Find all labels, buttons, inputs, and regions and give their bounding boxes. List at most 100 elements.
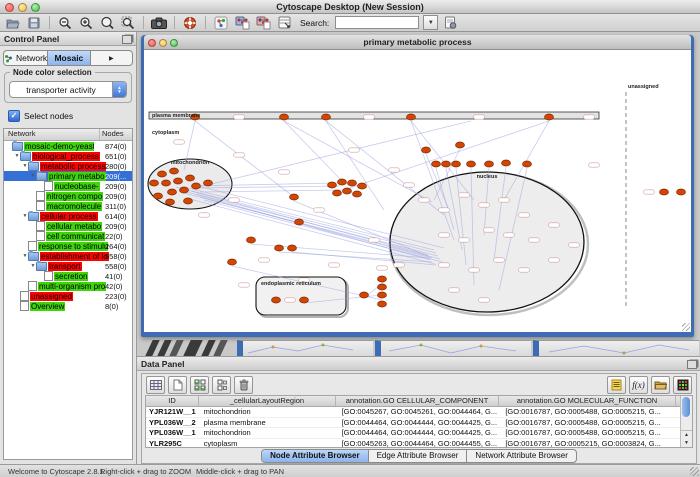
graph-node[interactable]: [523, 161, 532, 167]
search-dropdown-button[interactable]: ▼: [423, 15, 438, 30]
tree-item-cellular-metabo[interactable]: cellular metabo209(0): [4, 221, 132, 231]
tree-item-establishment-of-lo[interactable]: ▼establishment of lo558(0): [4, 251, 132, 261]
graph-node[interactable]: [442, 161, 451, 167]
unselect-attributes-button[interactable]: [212, 376, 231, 394]
close-button[interactable]: [5, 3, 14, 12]
graph-node[interactable]: [348, 180, 357, 186]
network-window-titlebar[interactable]: primary metabolic process: [144, 35, 691, 50]
table-row[interactable]: YPL036W__1mitochondrion[GO:0044464, GO:0…: [146, 428, 680, 439]
zoom-out-button[interactable]: [56, 15, 74, 30]
graph-node[interactable]: [502, 160, 511, 166]
import-attributes-button[interactable]: [651, 376, 670, 394]
tree-item-macromolecule[interactable]: macromolecule311(0): [4, 201, 132, 211]
graph-node[interactable]: [353, 191, 362, 197]
help-button[interactable]: [181, 15, 199, 30]
float-panel-icon[interactable]: [687, 360, 697, 369]
graph-node[interactable]: [280, 114, 289, 120]
tree-item-unassigned[interactable]: unassigned223(0): [4, 291, 132, 301]
graph-node[interactable]: [275, 245, 284, 251]
save-session-button[interactable]: [25, 15, 43, 30]
graph-node[interactable]: [407, 114, 416, 120]
tab-network[interactable]: Network: [4, 51, 48, 65]
attribute-table-button[interactable]: [146, 376, 165, 394]
graph-node[interactable]: [378, 284, 387, 290]
new-attribute-button[interactable]: [168, 376, 187, 394]
network-canvas[interactable]: plasma membranecytoplasmmitochondrionnuc…: [144, 50, 691, 332]
tree-item-nitrogen-compo[interactable]: nitrogen compo209(0): [4, 191, 132, 201]
float-panel-icon[interactable]: [122, 35, 132, 44]
tab-mosaic[interactable]: Mosaic: [48, 51, 90, 65]
graph-node[interactable]: [360, 292, 369, 298]
graph-node[interactable]: [180, 187, 189, 193]
tree-item-primary-metabo[interactable]: ▼primary metabo209(...: [4, 171, 132, 181]
app-resize-grip[interactable]: [690, 467, 699, 476]
graph-node[interactable]: [328, 182, 337, 188]
graph-node[interactable]: [204, 180, 213, 186]
graph-node[interactable]: [150, 180, 159, 186]
table-row[interactable]: YLR295Ccytoplasm[GO:0045263, GO:0044464,…: [146, 439, 680, 448]
graph-node[interactable]: [338, 179, 347, 185]
window-resize-grip[interactable]: [682, 323, 690, 331]
graph-node[interactable]: [333, 190, 342, 196]
tree-item-transport[interactable]: ▼transport558(0): [4, 261, 132, 271]
table-row[interactable]: YPL036W__2plasma membrane[GO:0044464, GO…: [146, 418, 680, 429]
tab-node-attribute-browser[interactable]: Node Attribute Browser: [262, 450, 369, 462]
graph-node[interactable]: [272, 297, 281, 303]
tree-item-multi-organism-pro[interactable]: multi-organism pro42(0): [4, 281, 132, 291]
graph-node[interactable]: [186, 175, 195, 181]
close-button[interactable]: [148, 39, 156, 47]
graph-node[interactable]: [295, 219, 304, 225]
vizmapper-edge-button[interactable]: [254, 15, 272, 30]
graph-node[interactable]: [168, 189, 177, 195]
tree-item-secretion[interactable]: secretion41(0): [4, 271, 132, 281]
graph-node[interactable]: [300, 297, 309, 303]
vizmapper-node-button[interactable]: [233, 15, 251, 30]
tree-item-nucleobase-[interactable]: nucleobase-209(0): [4, 181, 132, 191]
zoom-fit-button[interactable]: [98, 15, 116, 30]
graph-node[interactable]: [452, 161, 461, 167]
delete-attribute-button[interactable]: [234, 376, 253, 394]
table-scrollbar[interactable]: ▲▼: [680, 396, 692, 447]
tree-col-network[interactable]: Network: [4, 129, 100, 140]
tree-item-response-to-stimulu[interactable]: response to stimulu264(0): [4, 241, 132, 251]
search-input[interactable]: [335, 16, 419, 29]
graph-node[interactable]: [247, 237, 256, 243]
minimize-button[interactable]: [159, 39, 167, 47]
graph-node[interactable]: [467, 161, 476, 167]
table-row[interactable]: YJR121W__1mitochondrion[GO:0045267, GO:0…: [146, 407, 680, 418]
graph-node[interactable]: [228, 259, 237, 265]
tree-item-mosaic-demo-yeast[interactable]: mosaic-demo-yeast874(0): [4, 141, 132, 151]
zoom-button[interactable]: [31, 3, 40, 12]
graph-node[interactable]: [378, 301, 387, 307]
column-header-annotation-go-molecular-function[interactable]: annotation.GO MOLECULAR_FUNCTION: [499, 396, 676, 406]
tree-item-cellular-process[interactable]: ▼cellular process614(0): [4, 211, 132, 221]
tree-item-cell-communicat[interactable]: cell communicat22(0): [4, 231, 132, 241]
annotation-network-button[interactable]: [212, 15, 230, 30]
formula-builder-button[interactable]: f(x): [629, 376, 648, 394]
background-window[interactable]: [375, 340, 531, 357]
graph-node[interactable]: [343, 188, 352, 194]
column-header--cellularlayoutregion[interactable]: _cellularLayoutRegion: [199, 396, 336, 406]
select-attributes-button[interactable]: [190, 376, 209, 394]
graph-node[interactable]: [192, 183, 201, 189]
tree-item-overview[interactable]: Overview8(0): [4, 301, 132, 311]
zoom-button[interactable]: [170, 39, 178, 47]
scrollbar-thumb[interactable]: [682, 397, 690, 417]
graph-node[interactable]: [378, 276, 387, 282]
zoom-selected-button[interactable]: [119, 15, 137, 30]
graph-node[interactable]: [166, 199, 175, 205]
graph-node[interactable]: [322, 114, 331, 120]
graph-node[interactable]: [184, 198, 193, 204]
graph-node[interactable]: [170, 168, 179, 174]
import-table-button[interactable]: [275, 15, 293, 30]
tab-edge-attribute-browser[interactable]: Edge Attribute Browser: [369, 450, 468, 462]
graph-node[interactable]: [154, 193, 163, 199]
open-session-button[interactable]: [4, 15, 22, 30]
graph-node[interactable]: [290, 194, 299, 200]
graph-node[interactable]: [432, 161, 441, 167]
column-header-id[interactable]: ID: [146, 396, 199, 406]
graph-node[interactable]: [378, 292, 387, 298]
graph-node[interactable]: [660, 189, 669, 195]
graph-node[interactable]: [545, 114, 554, 120]
graph-node[interactable]: [485, 161, 494, 167]
